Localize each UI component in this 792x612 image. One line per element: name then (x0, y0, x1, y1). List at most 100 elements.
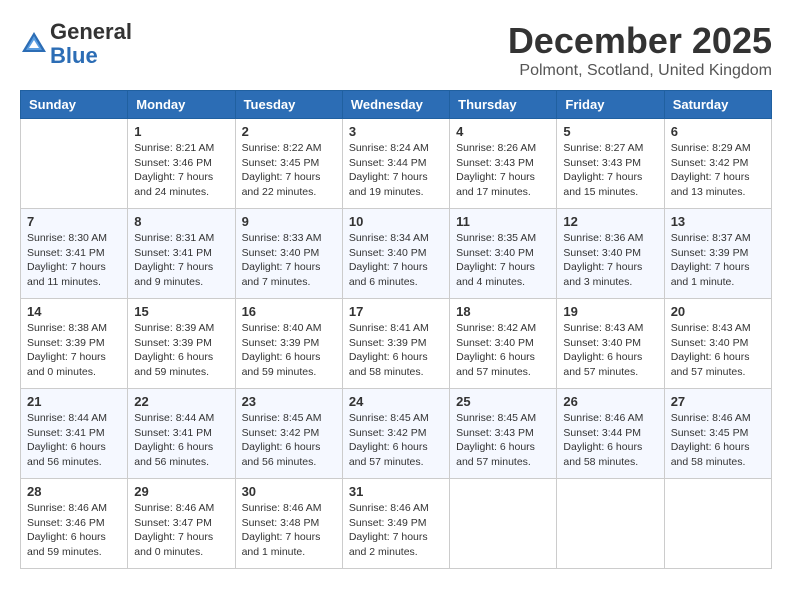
cell-info: Sunrise: 8:45 AM Sunset: 3:43 PM Dayligh… (456, 411, 550, 470)
cell-info: Sunrise: 8:26 AM Sunset: 3:43 PM Dayligh… (456, 141, 550, 200)
calendar-cell: 20 Sunrise: 8:43 AM Sunset: 3:40 PM Dayli… (664, 299, 771, 389)
calendar-week-4: 21 Sunrise: 8:44 AM Sunset: 3:41 PM Dayli… (21, 389, 772, 479)
day-number: 31 (349, 484, 443, 499)
calendar-cell (21, 119, 128, 209)
weekday-friday: Friday (557, 91, 664, 119)
calendar-cell: 13 Sunrise: 8:37 AM Sunset: 3:39 PM Dayli… (664, 209, 771, 299)
calendar-cell: 14 Sunrise: 8:38 AM Sunset: 3:39 PM Dayli… (21, 299, 128, 389)
day-number: 10 (349, 214, 443, 229)
day-number: 19 (563, 304, 657, 319)
calendar-cell: 10 Sunrise: 8:34 AM Sunset: 3:40 PM Dayli… (342, 209, 449, 299)
day-number: 21 (27, 394, 121, 409)
calendar-cell: 23 Sunrise: 8:45 AM Sunset: 3:42 PM Dayli… (235, 389, 342, 479)
day-number: 22 (134, 394, 228, 409)
cell-info: Sunrise: 8:27 AM Sunset: 3:43 PM Dayligh… (563, 141, 657, 200)
calendar-cell: 24Sunrise: 8:45 AM Sunset: 3:42 PM Dayli… (342, 389, 449, 479)
calendar-cell: 9 Sunrise: 8:33 AM Sunset: 3:40 PM Daylig… (235, 209, 342, 299)
cell-info: Sunrise: 8:43 AM Sunset: 3:40 PM Dayligh… (671, 321, 765, 380)
calendar-cell: 4 Sunrise: 8:26 AM Sunset: 3:43 PM Daylig… (450, 119, 557, 209)
cell-info: Sunrise: 8:40 AM Sunset: 3:39 PM Dayligh… (242, 321, 336, 380)
cell-info: Sunrise: 8:34 AM Sunset: 3:40 PM Dayligh… (349, 231, 443, 290)
day-number: 16 (242, 304, 336, 319)
cell-info: Sunrise: 8:36 AM Sunset: 3:40 PM Dayligh… (563, 231, 657, 290)
cell-info: Sunrise: 8:43 AM Sunset: 3:40 PM Dayligh… (563, 321, 657, 380)
cell-info: Sunrise: 8:21 AM Sunset: 3:46 PM Dayligh… (134, 141, 228, 200)
day-number: 6 (671, 124, 765, 139)
day-number: 26 (563, 394, 657, 409)
cell-info: Sunrise: 8:22 AM Sunset: 3:45 PM Dayligh… (242, 141, 336, 200)
day-number: 15 (134, 304, 228, 319)
calendar-cell: 5 Sunrise: 8:27 AM Sunset: 3:43 PM Daylig… (557, 119, 664, 209)
day-number: 5 (563, 124, 657, 139)
calendar-cell: 1 Sunrise: 8:21 AM Sunset: 3:46 PM Daylig… (128, 119, 235, 209)
day-number: 4 (456, 124, 550, 139)
cell-info: Sunrise: 8:45 AM Sunset: 3:42 PM Dayligh… (242, 411, 336, 470)
day-number: 17 (349, 304, 443, 319)
cell-info: Sunrise: 8:46 AM Sunset: 3:44 PM Dayligh… (563, 411, 657, 470)
calendar-week-5: 28Sunrise: 8:46 AM Sunset: 3:46 PM Dayli… (21, 479, 772, 569)
calendar-cell: 31Sunrise: 8:46 AM Sunset: 3:49 PM Dayli… (342, 479, 449, 569)
calendar-cell: 12Sunrise: 8:36 AM Sunset: 3:40 PM Dayli… (557, 209, 664, 299)
cell-info: Sunrise: 8:30 AM Sunset: 3:41 PM Dayligh… (27, 231, 121, 290)
calendar-cell: 21 Sunrise: 8:44 AM Sunset: 3:41 PM Dayli… (21, 389, 128, 479)
calendar-cell: 16 Sunrise: 8:40 AM Sunset: 3:39 PM Dayli… (235, 299, 342, 389)
page-header: General Blue December 2025 Polmont, Scot… (20, 20, 772, 80)
calendar-cell: 27 Sunrise: 8:46 AM Sunset: 3:45 PM Dayli… (664, 389, 771, 479)
day-number: 29 (134, 484, 228, 499)
day-number: 11 (456, 214, 550, 229)
weekday-tuesday: Tuesday (235, 91, 342, 119)
weekday-saturday: Saturday (664, 91, 771, 119)
calendar-cell: 29Sunrise: 8:46 AM Sunset: 3:47 PM Dayli… (128, 479, 235, 569)
cell-info: Sunrise: 8:37 AM Sunset: 3:39 PM Dayligh… (671, 231, 765, 290)
calendar-cell: 19 Sunrise: 8:43 AM Sunset: 3:40 PM Dayli… (557, 299, 664, 389)
day-number: 27 (671, 394, 765, 409)
calendar-cell: 22 Sunrise: 8:44 AM Sunset: 3:41 PM Dayli… (128, 389, 235, 479)
day-number: 2 (242, 124, 336, 139)
calendar-cell: 18Sunrise: 8:42 AM Sunset: 3:40 PM Dayli… (450, 299, 557, 389)
cell-info: Sunrise: 8:38 AM Sunset: 3:39 PM Dayligh… (27, 321, 121, 380)
calendar-cell (664, 479, 771, 569)
cell-info: Sunrise: 8:44 AM Sunset: 3:41 PM Dayligh… (134, 411, 228, 470)
calendar-cell: 7 Sunrise: 8:30 AM Sunset: 3:41 PM Daylig… (21, 209, 128, 299)
weekday-monday: Monday (128, 91, 235, 119)
weekday-sunday: Sunday (21, 91, 128, 119)
cell-info: Sunrise: 8:44 AM Sunset: 3:41 PM Dayligh… (27, 411, 121, 470)
cell-info: Sunrise: 8:41 AM Sunset: 3:39 PM Dayligh… (349, 321, 443, 380)
calendar-cell: 25 Sunrise: 8:45 AM Sunset: 3:43 PM Dayli… (450, 389, 557, 479)
month-title: December 2025 (508, 20, 772, 62)
calendar-cell (450, 479, 557, 569)
calendar-table: SundayMondayTuesdayWednesdayThursdayFrid… (20, 90, 772, 569)
logo-icon (20, 30, 48, 58)
day-number: 7 (27, 214, 121, 229)
calendar-cell (557, 479, 664, 569)
day-number: 14 (27, 304, 121, 319)
cell-info: Sunrise: 8:39 AM Sunset: 3:39 PM Dayligh… (134, 321, 228, 380)
cell-info: Sunrise: 8:31 AM Sunset: 3:41 PM Dayligh… (134, 231, 228, 290)
cell-info: Sunrise: 8:29 AM Sunset: 3:42 PM Dayligh… (671, 141, 765, 200)
logo-general-text: General (50, 19, 132, 44)
location: Polmont, Scotland, United Kingdom (508, 62, 772, 80)
day-number: 20 (671, 304, 765, 319)
calendar-cell: 6 Sunrise: 8:29 AM Sunset: 3:42 PM Daylig… (664, 119, 771, 209)
day-number: 13 (671, 214, 765, 229)
calendar-cell: 17 Sunrise: 8:41 AM Sunset: 3:39 PM Dayli… (342, 299, 449, 389)
day-number: 28 (27, 484, 121, 499)
day-number: 3 (349, 124, 443, 139)
cell-info: Sunrise: 8:46 AM Sunset: 3:45 PM Dayligh… (671, 411, 765, 470)
weekday-thursday: Thursday (450, 91, 557, 119)
day-number: 9 (242, 214, 336, 229)
logo: General Blue (20, 20, 132, 68)
calendar-cell: 2 Sunrise: 8:22 AM Sunset: 3:45 PM Daylig… (235, 119, 342, 209)
title-block: December 2025 Polmont, Scotland, United … (508, 20, 772, 80)
day-number: 23 (242, 394, 336, 409)
cell-info: Sunrise: 8:33 AM Sunset: 3:40 PM Dayligh… (242, 231, 336, 290)
calendar-week-1: 1 Sunrise: 8:21 AM Sunset: 3:46 PM Daylig… (21, 119, 772, 209)
calendar-cell: 3Sunrise: 8:24 AM Sunset: 3:44 PM Daylig… (342, 119, 449, 209)
day-number: 8 (134, 214, 228, 229)
day-number: 1 (134, 124, 228, 139)
calendar-cell: 28Sunrise: 8:46 AM Sunset: 3:46 PM Dayli… (21, 479, 128, 569)
day-number: 30 (242, 484, 336, 499)
day-number: 25 (456, 394, 550, 409)
day-number: 24 (349, 394, 443, 409)
calendar-cell: 30Sunrise: 8:46 AM Sunset: 3:48 PM Dayli… (235, 479, 342, 569)
